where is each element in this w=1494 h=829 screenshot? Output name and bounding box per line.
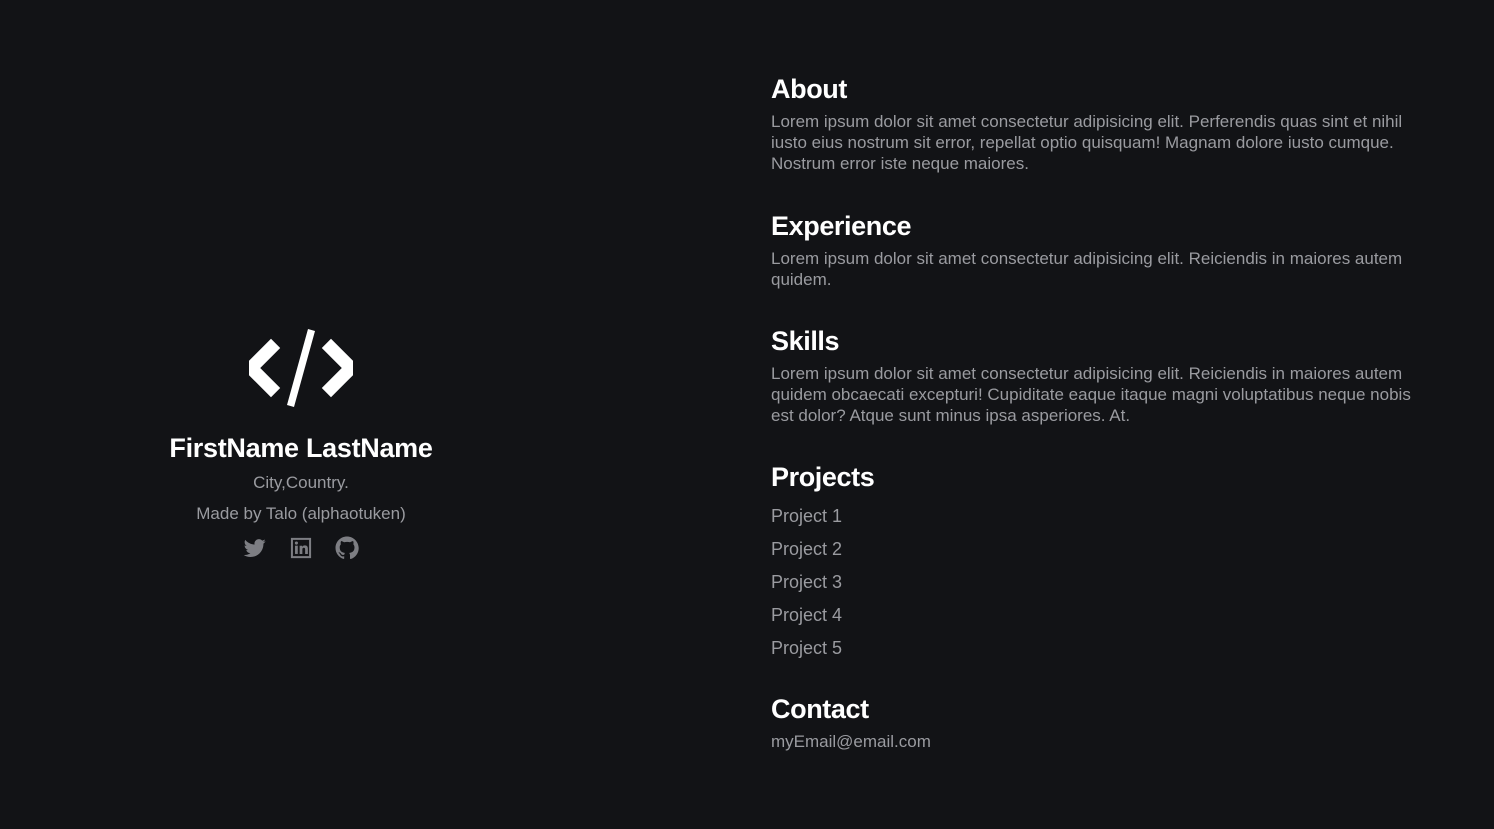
profile-location: City,Country. — [253, 473, 349, 492]
contact-section: Contact myEmail@email.com — [771, 692, 1411, 753]
skills-section: Skills Lorem ipsum dolor sit amet consec… — [771, 324, 1411, 426]
skills-text: Lorem ipsum dolor sit amet consectetur a… — [771, 364, 1411, 425]
github-icon — [335, 536, 359, 560]
twitter-icon — [243, 539, 266, 557]
profile-name: FirstName LastName — [169, 433, 433, 463]
projects-list: Project 1 Project 2 Project 3 Project 4 … — [771, 500, 1411, 665]
about-text: Lorem ipsum dolor sit amet consectetur a… — [771, 112, 1403, 173]
project-link-5[interactable]: Project 5 — [771, 632, 1411, 665]
about-section: About Lorem ipsum dolor sit amet consect… — [771, 72, 1411, 174]
contact-title: Contact — [771, 694, 869, 724]
projects-section: Projects Project 1 Project 2 Project 3 P… — [771, 460, 1411, 665]
linkedin-icon — [290, 537, 312, 559]
main-content: About Lorem ipsum dolor sit amet consect… — [771, 72, 1411, 753]
profile-credit: Made by Talo (alphaotuken) — [196, 504, 406, 523]
linkedin-link[interactable] — [289, 536, 313, 560]
projects-title: Projects — [771, 462, 875, 492]
experience-text: Lorem ipsum dolor sit amet consectetur a… — [771, 249, 1403, 289]
experience-section: Experience Lorem ipsum dolor sit amet co… — [771, 209, 1411, 290]
project-link-1[interactable]: Project 1 — [771, 500, 1411, 533]
portfolio-page: FirstName LastName City,Country. Made by… — [0, 0, 1494, 829]
twitter-link[interactable] — [243, 536, 267, 560]
profile-card: FirstName LastName City,Country. Made by… — [100, 326, 502, 560]
project-link-4[interactable]: Project 4 — [771, 599, 1411, 632]
contact-email-link[interactable]: myEmail@email.com — [771, 731, 931, 753]
github-link[interactable] — [335, 536, 359, 560]
social-links — [243, 536, 359, 560]
project-link-3[interactable]: Project 3 — [771, 566, 1411, 599]
about-title: About — [771, 74, 847, 104]
experience-title: Experience — [771, 211, 912, 241]
code-brackets-icon — [249, 329, 353, 407]
skills-title: Skills — [771, 326, 840, 356]
project-link-2[interactable]: Project 2 — [771, 533, 1411, 566]
